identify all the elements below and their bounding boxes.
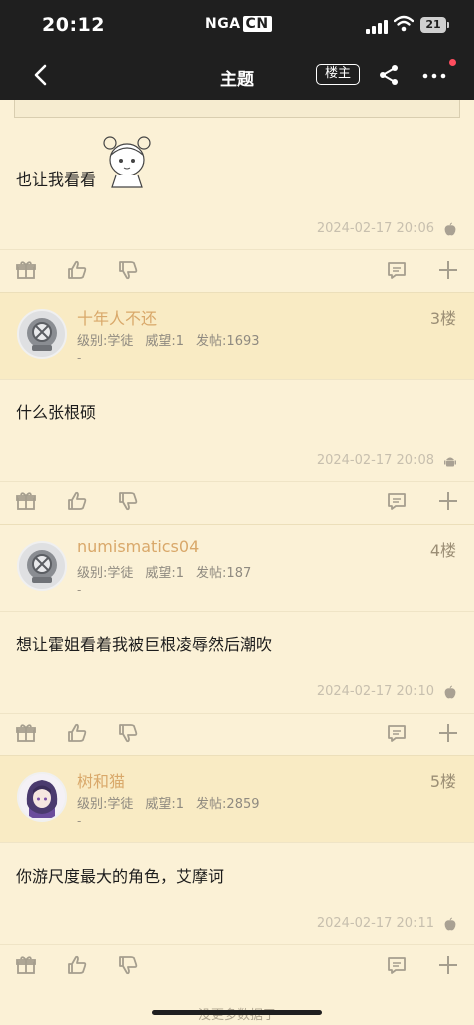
apple-icon [444,917,456,931]
anime-avatar-icon [26,780,58,818]
divider [0,249,474,250]
floor-number: 4楼 [429,541,456,560]
user-signature: - [77,814,82,828]
diving-helmet-icon [27,550,57,583]
divider [0,842,474,843]
dislike-icon[interactable] [117,954,139,976]
post-actions [0,946,474,986]
more-icon[interactable] [420,64,448,88]
floor-number: 3楼 [429,309,456,328]
user-level: 级别:学徒 [77,566,134,581]
comment-icon[interactable] [386,490,408,512]
quote-box [14,100,460,118]
post-content: 你游尺度最大的角色，艾摩诃 [16,867,225,886]
post-header: 树和猫 5楼 级别:学徒 威望:1 发帖:2859 - [0,755,474,843]
username[interactable]: 十年人不还 [77,305,157,329]
sticker-image [103,136,151,188]
user-level: 级别:学徒 [77,334,134,349]
share-icon[interactable] [377,63,401,87]
gift-icon[interactable] [15,954,37,976]
divider [0,944,474,945]
post-header: numismatics04 4楼 级别:学徒 威望:1 发帖:187 - [0,524,474,612]
owner-only-button[interactable]: 楼主 [316,64,360,85]
divider [0,379,474,380]
user-prestige: 威望:1 [145,334,185,349]
post-time: 2024-02-17 20:08 [316,453,434,468]
status-time: 20:12 [42,14,105,36]
post-time: 2024-02-17 20:11 [316,916,434,931]
dislike-icon[interactable] [117,490,139,512]
wifi-icon [394,15,414,32]
comment-icon[interactable] [386,259,408,281]
divider [0,611,474,612]
brand-logo: NGA CN [205,16,272,32]
post-content: 想让霍姐看着我被巨根凌辱然后潮吹 [16,635,273,654]
user-post-count: 发帖:2859 [196,797,260,812]
apple-icon [444,685,456,699]
diving-helmet-icon [27,318,57,351]
comment-icon[interactable] [386,954,408,976]
nav-bar: 主题 楼主 [0,52,474,100]
post-time: 2024-02-17 20:10 [316,684,434,699]
post-content: 什么张根硕 [16,403,97,422]
battery-icon: 21 [420,17,449,33]
dislike-icon[interactable] [117,259,139,281]
like-icon[interactable] [66,722,88,744]
floor-number: 5楼 [429,772,456,791]
brand-suffix: CN [242,16,272,32]
user-meta: 级别:学徒 威望:1 发帖:2859 [77,793,272,812]
signal-icon [366,18,388,34]
user-signature: - [77,351,82,365]
avatar[interactable] [17,309,67,359]
brand-name: NGA [205,16,241,32]
add-icon[interactable] [437,954,459,976]
apple-icon [444,222,456,236]
like-icon[interactable] [66,259,88,281]
post-content: 也让我看看 [16,170,97,189]
post-time: 2024-02-17 20:06 [316,221,434,236]
status-bar: 20:12 NGA CN 21 [0,0,474,52]
add-icon[interactable] [437,490,459,512]
comment-icon[interactable] [386,722,408,744]
add-icon[interactable] [437,722,459,744]
dislike-icon[interactable] [117,722,139,744]
gift-icon[interactable] [15,490,37,512]
page-title: 主题 [220,70,254,90]
like-icon[interactable] [66,954,88,976]
user-meta: 级别:学徒 威望:1 发帖:187 [77,562,263,581]
avatar[interactable] [17,541,67,591]
user-prestige: 威望:1 [145,797,185,812]
user-signature: - [77,583,82,597]
post-actions [0,482,474,522]
add-icon[interactable] [437,259,459,281]
username[interactable]: 树和猫 [77,768,125,792]
notification-dot [449,59,456,66]
like-icon[interactable] [66,490,88,512]
user-post-count: 发帖:187 [196,566,252,581]
post-header: 十年人不还 3楼 级别:学徒 威望:1 发帖:1693 - [0,292,474,380]
user-level: 级别:学徒 [77,797,134,812]
android-icon [444,457,456,467]
username[interactable]: numismatics04 [77,537,199,556]
gift-icon[interactable] [15,722,37,744]
post-actions [0,251,474,291]
user-meta: 级别:学徒 威望:1 发帖:1693 [77,330,272,349]
gift-icon[interactable] [15,259,37,281]
user-post-count: 发帖:1693 [196,334,260,349]
user-prestige: 威望:1 [145,566,185,581]
post-actions [0,714,474,754]
avatar[interactable] [17,772,67,822]
home-indicator [152,1010,322,1015]
